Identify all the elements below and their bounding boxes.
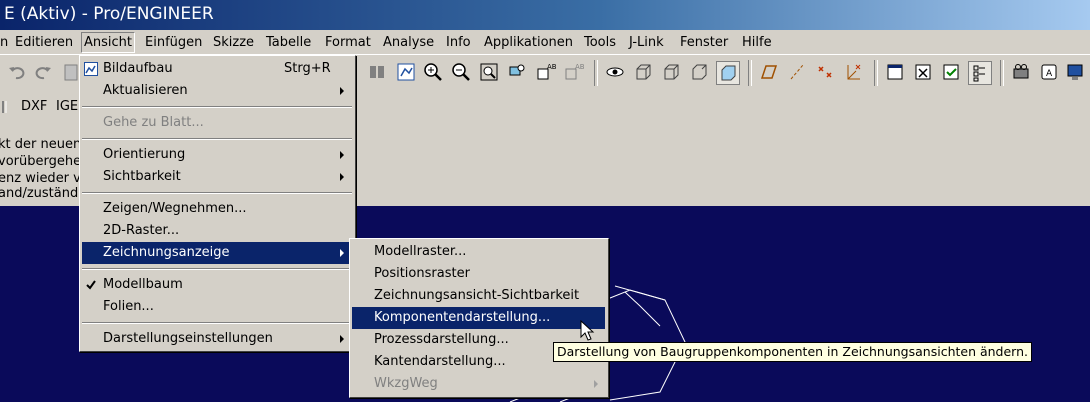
iges-button[interactable]: IGE (56, 99, 78, 114)
menu-ansicht[interactable]: Ansicht (81, 32, 136, 53)
message-line: and/zuständ (0, 186, 79, 201)
menu-separator (82, 138, 352, 140)
svg-text:AB: AB (575, 63, 584, 71)
menu-item-zeichnungsansicht-sichtbarkeit[interactable]: Zeichnungsansicht-Sichtbarkeit (352, 285, 605, 307)
shaded-eye-icon[interactable] (604, 61, 626, 83)
tooltip: Darstellung von Baugruppenkomponenten in… (553, 342, 1033, 362)
menu-item-sichtbarkeit[interactable]: Sichtbarkeit (82, 166, 352, 188)
close-window-icon[interactable] (912, 61, 934, 83)
repaint-icon[interactable] (395, 61, 417, 83)
menu-info[interactable]: Info (444, 34, 473, 52)
datum-plane-icon[interactable] (758, 61, 780, 83)
note-icon[interactable]: A (1038, 61, 1060, 83)
monitor-icon[interactable] (1064, 61, 1086, 83)
menu-hilfe[interactable]: Hilfe (740, 34, 774, 52)
menu-item-wkzgweg: WkzgWeg (352, 373, 605, 395)
submenu-arrow-icon (594, 380, 598, 388)
saved-views-icon[interactable]: AB (534, 61, 556, 83)
zoom-in-icon[interactable] (422, 61, 444, 83)
wireframe-icon[interactable] (632, 61, 654, 83)
datum-axis-icon[interactable] (786, 61, 808, 83)
menu-format[interactable]: Format (323, 34, 373, 52)
menu-item-aktualisieren[interactable]: Aktualisieren (82, 80, 352, 102)
submenu-arrow-icon (340, 173, 344, 181)
datum-point-icon[interactable] (814, 61, 836, 83)
menu-separator (82, 268, 352, 270)
menu-datei[interactable]: n (0, 34, 10, 52)
zoom-out-icon[interactable] (450, 61, 472, 83)
menu-editieren[interactable]: Editieren (13, 34, 75, 52)
menu-item-zeigen-wegnehmen[interactable]: Zeigen/Wegnehmen... (82, 198, 352, 220)
menu-item-positionsraster[interactable]: Positionsraster (352, 263, 605, 285)
shading-icon[interactable] (716, 61, 740, 85)
menu-separator (82, 322, 352, 324)
menu-tabelle[interactable]: Tabelle (264, 34, 313, 52)
svg-text:A: A (1046, 69, 1053, 79)
menu-tools[interactable]: Tools (582, 34, 618, 52)
layout-icon[interactable] (366, 61, 388, 83)
menu-item-bildaufbau[interactable]: Bildaufbau Strg+R (82, 58, 352, 80)
window-icon[interactable] (884, 61, 906, 83)
menu-item-orientierung[interactable]: Orientierung (82, 144, 352, 166)
svg-text:AB: AB (547, 63, 556, 71)
menu-applikationen[interactable]: Applikationen (482, 34, 575, 52)
menu-item-2d-raster[interactable]: 2D-Raster... (82, 220, 352, 242)
menu-fenster[interactable]: Fenster (678, 34, 730, 52)
toolbar-separator (594, 60, 598, 86)
message-line: kt der neuen (0, 137, 82, 152)
menu-einfuegen[interactable]: Einfügen (143, 34, 204, 52)
undo-icon[interactable] (6, 61, 28, 83)
menu-item-modellbaum[interactable]: Modellbaum (82, 274, 352, 296)
shortcut-label: Strg+R (284, 61, 331, 76)
menu-item-folien[interactable]: Folien... (82, 296, 352, 318)
grip-icon (2, 101, 7, 113)
menu-analyse[interactable]: Analyse (381, 34, 436, 52)
menu-bar: n Editieren Ansicht Einfügen Skizze Tabe… (0, 31, 1090, 55)
submenu-arrow-icon (340, 249, 344, 257)
redo-icon[interactable] (32, 61, 54, 83)
message-line: enz wieder v (0, 171, 81, 186)
orient-icon[interactable] (506, 61, 528, 83)
submenu-arrow-icon (340, 335, 344, 343)
menu-item-modellraster[interactable]: Modellraster... (352, 241, 605, 263)
toolbar-separator (1000, 60, 1004, 86)
hidden-line-icon[interactable] (660, 61, 682, 83)
menu-item-zeichnungsanzeige[interactable]: Zeichnungsanzeige (82, 242, 352, 264)
zeichnungsanzeige-submenu: Modellraster... Positionsraster Zeichnun… (349, 238, 609, 398)
menu-item-gehe-zu-blatt: Gehe zu Blatt... (103, 115, 204, 130)
checkmark-icon (86, 280, 96, 290)
toolbar-separator (874, 60, 878, 86)
message-line: vorübergehe (0, 154, 82, 169)
ansicht-menu: Bildaufbau Strg+R Aktualisieren Gehe zu … (79, 55, 356, 352)
csys-icon[interactable] (842, 61, 864, 83)
menu-item-komponentendarstellung[interactable]: Komponentendarstellung... (352, 307, 605, 329)
camera-icon[interactable] (1010, 61, 1032, 83)
submenu-arrow-icon (340, 87, 344, 95)
title-bar: E (Aktiv) - Pro/ENGINEER (0, 0, 1090, 30)
dxf-button[interactable]: DXF (21, 99, 47, 114)
toolbar-separator (748, 60, 752, 86)
refit-icon[interactable] (478, 61, 500, 83)
view-manager-icon[interactable]: AB (562, 61, 584, 83)
menu-separator (82, 192, 352, 194)
menu-separator (82, 106, 352, 108)
menu-skizze[interactable]: Skizze (211, 34, 256, 52)
menu-item-darstellungseinstellungen[interactable]: Darstellungseinstellungen (82, 328, 352, 350)
repaint-icon (84, 62, 98, 76)
mouse-cursor-icon (580, 320, 595, 341)
check-window-icon[interactable] (940, 61, 962, 83)
menu-jlink[interactable]: J-Link (627, 34, 666, 52)
window-title: E (Aktiv) - Pro/ENGINEER (4, 4, 214, 24)
no-hidden-icon[interactable] (688, 61, 710, 83)
model-tree-icon[interactable] (968, 61, 992, 85)
submenu-arrow-icon (340, 151, 344, 159)
